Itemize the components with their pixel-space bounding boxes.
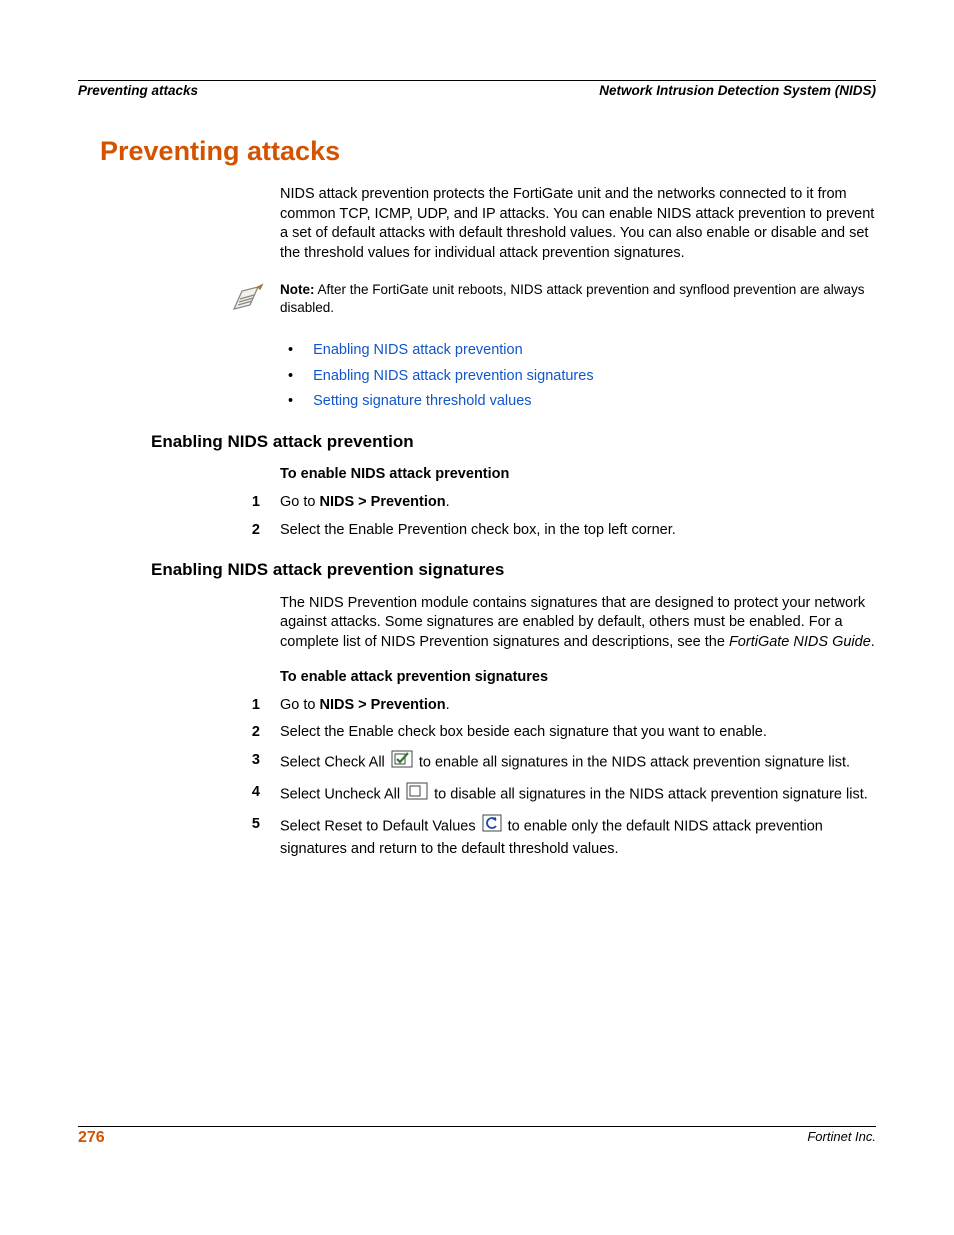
step-text: Select Reset to Default Values	[280, 818, 480, 834]
bullet: •	[288, 389, 293, 414]
reset-default-icon	[482, 814, 502, 840]
toc-links: • Enabling NIDS attack prevention • Enabli…	[288, 338, 876, 414]
step-number: 5	[244, 814, 280, 862]
section-heading-1: Enabling NIDS attack prevention	[151, 432, 876, 452]
footer-company: Fortinet Inc.	[807, 1129, 876, 1147]
step-number: 3	[244, 750, 280, 776]
page-footer: 276 Fortinet Inc.	[78, 1126, 876, 1147]
step-number: 2	[244, 520, 280, 542]
step-body: Select Check All to enable all signature…	[280, 750, 876, 776]
intro-text: .	[871, 634, 875, 650]
step-body: Select the Enable Prevention check box, …	[280, 520, 876, 542]
step: 1 Go to NIDS > Prevention.	[244, 695, 876, 717]
list-item: • Enabling NIDS attack prevention	[288, 338, 876, 363]
step: 5 Select Reset to Default Values to enab…	[244, 814, 876, 862]
note-label: Note:	[280, 282, 315, 297]
step-number: 1	[244, 695, 280, 717]
page: Preventing attacks Network Intrusion Det…	[0, 0, 954, 1235]
step: 2 Select the Enable check box beside eac…	[244, 722, 876, 744]
note-body: After the FortiGate unit reboots, NIDS a…	[280, 282, 865, 315]
step-text: Go to	[280, 494, 320, 510]
header-left: Preventing attacks	[78, 83, 198, 98]
list-item: • Setting signature threshold values	[288, 389, 876, 414]
footer-rule	[78, 1126, 876, 1127]
bullet: •	[288, 364, 293, 389]
step-body: Select the Enable check box beside each …	[280, 722, 876, 744]
steps-1: 1 Go to NIDS > Prevention. 2 Select the …	[244, 492, 876, 542]
guide-title: FortiGate NIDS Guide	[729, 634, 871, 650]
step-number: 4	[244, 782, 280, 808]
nav-path: NIDS > Prevention	[320, 697, 446, 713]
step-text: to disable all signatures in the NIDS at…	[430, 787, 868, 803]
bullet: •	[288, 338, 293, 363]
step-text: to enable all signatures in the NIDS att…	[415, 755, 850, 771]
list-item: • Enabling NIDS attack prevention signatu…	[288, 364, 876, 389]
running-head: Preventing attacks Network Intrusion Det…	[78, 83, 876, 98]
steps-2: 1 Go to NIDS > Prevention. 2 Select the …	[244, 695, 876, 862]
note-block: Note: After the FortiGate unit reboots, …	[228, 281, 876, 320]
check-all-icon	[391, 750, 413, 776]
page-number: 276	[78, 1129, 105, 1147]
step: 2 Select the Enable Prevention check box…	[244, 520, 876, 542]
step-text: .	[446, 697, 450, 713]
nav-path: NIDS > Prevention	[320, 494, 446, 510]
step-text: Select Uncheck All	[280, 787, 404, 803]
step-body: Select Uncheck All to disable all signat…	[280, 782, 876, 808]
header-right: Network Intrusion Detection System (NIDS…	[599, 83, 876, 98]
note-icon	[228, 283, 268, 320]
step: 3 Select Check All to enable all signatu…	[244, 750, 876, 776]
link-enable-prevention[interactable]: Enabling NIDS attack prevention	[313, 338, 523, 363]
step-number: 2	[244, 722, 280, 744]
header-rule	[78, 80, 876, 81]
step: 4 Select Uncheck All to disable all sign…	[244, 782, 876, 808]
procedure-title-1: To enable NIDS attack prevention	[280, 466, 876, 482]
section-heading-2: Enabling NIDS attack prevention signatur…	[151, 560, 876, 580]
link-enable-signatures[interactable]: Enabling NIDS attack prevention signatur…	[313, 364, 594, 389]
page-title: Preventing attacks	[100, 136, 876, 167]
step-body: Go to NIDS > Prevention.	[280, 695, 876, 717]
step-text: Select Check All	[280, 755, 389, 771]
intro-paragraph: NIDS attack prevention protects the Fort…	[280, 185, 876, 263]
link-threshold-values[interactable]: Setting signature threshold values	[313, 389, 531, 414]
step-body: Go to NIDS > Prevention.	[280, 492, 876, 514]
step: 1 Go to NIDS > Prevention.	[244, 492, 876, 514]
note-text: Note: After the FortiGate unit reboots, …	[280, 281, 876, 317]
section2-intro: The NIDS Prevention module contains sign…	[280, 594, 876, 653]
step-text: .	[446, 494, 450, 510]
step-text: Go to	[280, 697, 320, 713]
step-body: Select Reset to Default Values to enable…	[280, 814, 876, 862]
step-number: 1	[244, 492, 280, 514]
procedure-title-2: To enable attack prevention signatures	[280, 669, 876, 685]
uncheck-all-icon	[406, 782, 428, 808]
